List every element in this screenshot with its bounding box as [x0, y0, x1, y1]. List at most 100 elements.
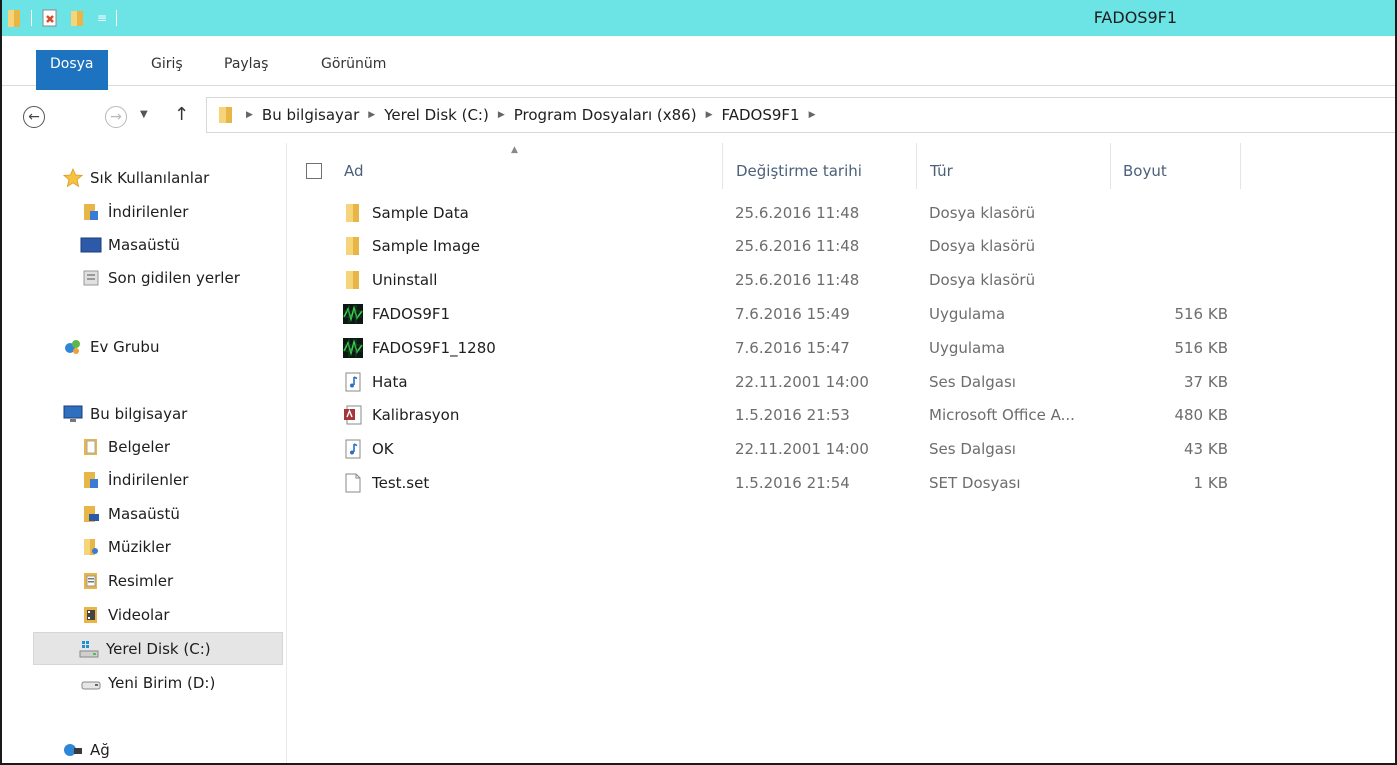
nav-item-label: Resimler [108, 571, 174, 590]
desktop-folder-icon [80, 504, 102, 524]
nav-item-son-gidilen-yerler[interactable]: Son gidilen yerler [80, 261, 240, 294]
file-size: 480 KB [1174, 405, 1228, 424]
file-type: SET Dosyası [929, 473, 1021, 492]
column-divider[interactable] [1110, 143, 1111, 189]
folder-icon [4, 7, 24, 29]
column-divider[interactable] [722, 143, 723, 189]
column-header-name[interactable]: Ad [344, 153, 364, 189]
nav-item-ag[interactable]: Ağ [62, 733, 110, 763]
file-row-uninstall[interactable]: Uninstall 25.6.2016 11:48 Dosya klasörü [288, 263, 1395, 296]
arrow-left-icon: ← [28, 109, 40, 125]
file-name-cell: Sample Data [342, 196, 469, 229]
explorer-window: ≡ FADOS9F1 Dosya Giriş Paylaş Görünüm ← … [0, 0, 1397, 765]
column-header-size[interactable]: Boyut [1123, 153, 1167, 189]
recent-locations-dropdown[interactable]: ▼ [140, 109, 148, 120]
audio-file-icon [342, 371, 364, 393]
file-type: Dosya klasörü [929, 203, 1036, 222]
nav-item-favorites[interactable]: Sık Kullanılanlar [62, 161, 209, 194]
nav-item-label: Yerel Disk (C:) [106, 639, 211, 658]
file-type: Uygulama [929, 338, 1006, 357]
breadcrumb-yerel-disk[interactable]: Yerel Disk (C:) [384, 106, 489, 124]
nav-item-label: Yeni Birim (D:) [108, 673, 216, 692]
file-name-cell: Test.set [342, 466, 429, 499]
select-all-checkbox[interactable] [306, 163, 322, 179]
nav-item-ev-grubu[interactable]: Ev Grubu [62, 330, 159, 363]
nav-item-belgeler[interactable]: Belgeler [80, 430, 170, 463]
nav-item-indirilenler-pc[interactable]: İndirilenler [80, 463, 188, 496]
nav-item-label: İndirilenler [108, 202, 189, 221]
nav-item-yerel-disk[interactable]: Yerel Disk (C:) [33, 632, 283, 665]
file-name-cell: Uninstall [342, 263, 437, 296]
column-header-date[interactable]: Değiştirme tarihi [736, 153, 862, 189]
nav-item-label: İndirilenler [108, 470, 189, 489]
folder-icon [342, 202, 364, 224]
audio-file-icon [342, 438, 364, 460]
file-name-cell: OK [342, 432, 394, 465]
file-name: Hata [372, 372, 408, 391]
file-size [1128, 196, 1228, 229]
column-divider[interactable] [1240, 143, 1241, 189]
breadcrumb-separator-icon[interactable]: ▶ [809, 110, 816, 120]
breadcrumb-separator-icon[interactable]: ▶ [706, 110, 713, 120]
file-date: 7.6.2016 15:49 [735, 304, 850, 323]
nav-item-yeni-birim[interactable]: Yeni Birim (D:) [80, 666, 215, 699]
nav-item-label: Masaüstü [108, 235, 180, 254]
nav-item-videolar[interactable]: Videolar [80, 598, 170, 631]
customize-dropdown-icon[interactable]: ≡ [95, 7, 109, 29]
up-button[interactable]: ↑ [174, 104, 189, 125]
nav-item-resimler[interactable]: Resimler [80, 564, 173, 597]
address-bar[interactable]: ▶ Bu bilgisayar ▶ Yerel Disk (C:) ▶ Prog… [206, 97, 1395, 133]
file-name-cell: Kalibrasyon [342, 398, 459, 431]
downloads-folder-icon [80, 470, 102, 490]
file-type: Ses Dalgası [929, 372, 1016, 391]
column-header-type[interactable]: Tür [930, 153, 953, 189]
forward-button[interactable]: → [105, 106, 127, 128]
column-divider[interactable] [916, 143, 917, 189]
blank-file-icon [342, 472, 364, 494]
file-row-sample-image[interactable]: Sample Image 25.6.2016 11:48 Dosya klasö… [288, 229, 1395, 262]
file-row-fados9f1-1280[interactable]: FADOS9F1_1280 7.6.2016 15:47 Uygulama 51… [288, 331, 1395, 364]
folder-icon [342, 269, 364, 291]
network-icon [62, 740, 84, 760]
nav-item-indirilenler[interactable]: İndirilenler [80, 195, 188, 228]
file-row-ok[interactable]: OK 22.11.2001 14:00 Ses Dalgası 43 KB [288, 432, 1395, 465]
nav-item-masaustu-pc[interactable]: Masaüstü [80, 497, 180, 530]
nav-item-muzikler[interactable]: Müzikler [80, 530, 171, 563]
breadcrumb-separator-icon[interactable]: ▶ [498, 110, 505, 120]
new-folder-icon[interactable] [67, 7, 89, 29]
file-row-test-set[interactable]: Test.set 1.5.2016 21:54 SET Dosyası 1 KB [288, 466, 1395, 499]
local-disk-icon [78, 639, 100, 659]
back-button[interactable]: ← [23, 106, 45, 128]
file-row-sample-data[interactable]: Sample Data 25.6.2016 11:48 Dosya klasör… [288, 196, 1395, 229]
nav-item-label: Son gidilen yerler [108, 268, 240, 287]
videos-folder-icon [80, 605, 102, 625]
file-row-hata[interactable]: Hata 22.11.2001 14:00 Ses Dalgası 37 KB [288, 365, 1395, 398]
homegroup-icon [62, 337, 84, 357]
breadcrumb-separator-icon[interactable]: ▶ [368, 110, 375, 120]
breadcrumb-program-dosyalari[interactable]: Program Dosyaları (x86) [514, 106, 697, 124]
file-date: 25.6.2016 11:48 [735, 203, 860, 222]
access-database-icon [342, 404, 364, 426]
file-name: OK [372, 439, 394, 458]
application-icon [342, 303, 364, 325]
breadcrumb-fados9f1[interactable]: FADOS9F1 [721, 106, 799, 124]
file-name-cell: FADOS9F1 [342, 297, 450, 330]
file-row-kalibrasyon[interactable]: Kalibrasyon 1.5.2016 21:53 Microsoft Off… [288, 398, 1395, 431]
sort-ascending-icon: ▲ [511, 145, 518, 155]
breadcrumb-bu-bilgisayar[interactable]: Bu bilgisayar [262, 106, 359, 124]
tab-dosya[interactable]: Dosya [36, 50, 108, 90]
music-folder-icon [80, 537, 102, 557]
nav-item-masaustu[interactable]: Masaüstü [80, 228, 180, 261]
properties-icon[interactable] [39, 7, 61, 29]
file-row-fados9f1[interactable]: FADOS9F1 7.6.2016 15:49 Uygulama 516 KB [288, 297, 1395, 330]
file-size: 516 KB [1174, 338, 1228, 357]
application-icon [342, 337, 364, 359]
file-size: 516 KB [1174, 304, 1228, 323]
file-size [1128, 229, 1228, 262]
nav-item-bu-bilgisayar[interactable]: Bu bilgisayar [62, 397, 187, 430]
documents-folder-icon [80, 437, 102, 457]
nav-item-label: Masaüstü [108, 504, 180, 523]
folder-icon [342, 235, 364, 257]
file-name: Uninstall [372, 270, 438, 289]
breadcrumb-separator-icon[interactable]: ▶ [246, 110, 253, 120]
